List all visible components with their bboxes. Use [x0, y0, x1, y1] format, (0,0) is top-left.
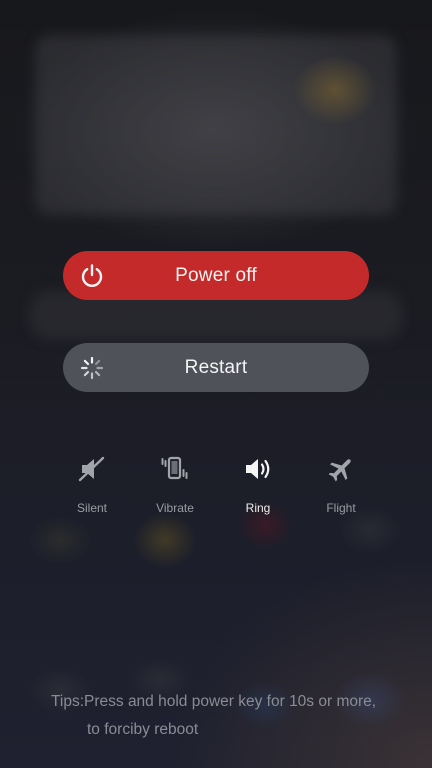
- airplane-icon: [328, 459, 351, 482]
- restart-label: Restart: [184, 356, 248, 378]
- tip-line-1: Tips:Press and hold power key for 10s or…: [51, 693, 377, 710]
- power-icon: [81, 264, 103, 287]
- blurred-widget: [35, 35, 397, 215]
- mode-flight[interactable]: Flight: [299, 452, 383, 522]
- tip-line-2: to forciby reboot: [87, 721, 199, 738]
- reboot-tip: Tips:Press and hold power key for 10s or…: [51, 688, 411, 744]
- silent-icon: [78, 456, 105, 482]
- mode-ring-label: Ring: [245, 501, 271, 515]
- power-off-button[interactable]: Power off: [63, 251, 369, 300]
- vibrate-icon: [161, 456, 188, 480]
- spinner-icon: [80, 356, 104, 380]
- mode-silent[interactable]: Silent: [50, 452, 134, 522]
- mode-ring[interactable]: Ring: [216, 452, 300, 522]
- speaker-icon: [246, 459, 270, 479]
- restart-button[interactable]: Restart: [63, 343, 369, 392]
- sound-mode-selector: Silent Vibrate Ring Flight: [50, 452, 382, 522]
- mode-vibrate[interactable]: Vibrate: [133, 452, 217, 522]
- power-off-label: Power off: [175, 264, 257, 286]
- mode-flight-label: Flight: [326, 501, 356, 515]
- mode-silent-label: Silent: [76, 501, 108, 515]
- mode-vibrate-label: Vibrate: [156, 501, 194, 515]
